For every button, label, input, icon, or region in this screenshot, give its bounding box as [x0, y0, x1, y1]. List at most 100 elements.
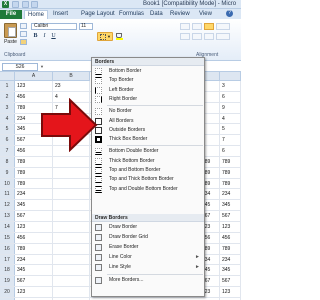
cell-b[interactable] — [53, 276, 90, 287]
cell[interactable]: 789 — [220, 178, 241, 189]
cell-a[interactable]: 789 — [15, 178, 53, 189]
row-header[interactable]: 8 — [0, 156, 15, 167]
merge-center-icon[interactable] — [216, 33, 230, 40]
row-header[interactable]: 6 — [0, 135, 15, 146]
cell-b[interactable] — [53, 189, 90, 200]
cell-b[interactable] — [53, 265, 90, 276]
cell[interactable]: 789 — [220, 156, 241, 167]
column-header-b[interactable]: B — [53, 72, 90, 81]
cell[interactable]: 345 — [220, 200, 241, 211]
cell[interactable]: 123 — [220, 287, 241, 297]
row-header[interactable]: 1 — [0, 81, 15, 91]
tab-view[interactable]: View — [196, 10, 215, 19]
cell[interactable]: 3 — [220, 81, 241, 91]
format-painter-icon[interactable] — [20, 39, 27, 45]
cell[interactable]: 345 — [220, 265, 241, 276]
cell[interactable]: 6 — [220, 91, 241, 102]
cell-b[interactable] — [53, 287, 90, 297]
cell-b[interactable] — [53, 211, 90, 221]
cell-a[interactable]: 234 — [15, 189, 53, 200]
chevron-down-icon[interactable]: ▼ — [40, 64, 44, 69]
menu-item-top-border[interactable]: Top Border — [92, 76, 204, 85]
menu-item-bottom-border[interactable]: Bottom Border — [92, 67, 204, 76]
tab-review[interactable]: Review — [167, 10, 193, 19]
column-header[interactable] — [220, 72, 241, 81]
row-header[interactable]: 19 — [0, 276, 15, 287]
bold-button[interactable]: B — [32, 33, 39, 40]
cell-b[interactable] — [53, 221, 90, 232]
name-box[interactable]: S26 — [2, 63, 38, 71]
tab-page-layout[interactable]: Page Layout — [78, 10, 118, 19]
cell[interactable]: 234 — [220, 254, 241, 265]
cell-a[interactable]: 123 — [15, 287, 53, 297]
cell-b[interactable] — [53, 200, 90, 211]
align-bottom-icon[interactable] — [204, 23, 214, 30]
tab-data[interactable]: Data — [147, 10, 166, 19]
paste-button[interactable]: Paste — [3, 22, 18, 48]
align-right-icon[interactable] — [204, 33, 214, 40]
cell[interactable]: 789 — [220, 243, 241, 254]
borders-dropdown-button[interactable]: ▼ — [97, 32, 113, 41]
tab-formulas[interactable]: Formulas — [116, 10, 147, 19]
row-header[interactable]: 7 — [0, 146, 15, 156]
menu-item-erase-border[interactable]: Erase Border — [92, 243, 204, 252]
undo-icon[interactable] — [21, 1, 29, 8]
menu-item-top-and-double-bottom-border[interactable]: Top and Double Bottom Border — [92, 185, 204, 194]
cell-a[interactable]: 123 — [15, 221, 53, 232]
redo-icon[interactable] — [31, 1, 39, 8]
cell-b[interactable]: 23 — [53, 81, 90, 91]
tab-file[interactable]: File — [0, 10, 22, 19]
menu-item-draw-border[interactable]: Draw Border — [92, 223, 204, 232]
cell[interactable]: 7 — [220, 135, 241, 146]
cell-a[interactable]: 789 — [15, 156, 53, 167]
cell[interactable]: 5 — [220, 124, 241, 135]
row-header[interactable]: 17 — [0, 254, 15, 265]
row-header[interactable]: 3 — [0, 102, 15, 113]
align-center-icon[interactable] — [192, 33, 202, 40]
row-header[interactable]: 13 — [0, 211, 15, 221]
row-header[interactable]: 9 — [0, 167, 15, 178]
italic-button[interactable]: I — [41, 33, 48, 40]
row-header[interactable]: 10 — [0, 178, 15, 189]
cell[interactable]: 456 — [220, 232, 241, 243]
menu-item-right-border[interactable]: Right Border — [92, 95, 204, 104]
cut-icon[interactable] — [20, 23, 27, 29]
menu-item-outside-borders[interactable]: Outside Borders — [92, 126, 204, 135]
menu-item-thick-bottom-border[interactable]: Thick Bottom Border — [92, 157, 204, 166]
column-header-a[interactable]: A — [15, 72, 53, 81]
select-all-corner[interactable] — [0, 72, 15, 81]
cell-b[interactable] — [53, 178, 90, 189]
font-name-dropdown[interactable]: Calibri — [31, 23, 77, 30]
cell-b[interactable] — [53, 232, 90, 243]
row-header[interactable]: 18 — [0, 265, 15, 276]
align-left-icon[interactable] — [180, 33, 190, 40]
cell[interactable]: 789 — [220, 167, 241, 178]
row-header[interactable]: 15 — [0, 232, 15, 243]
cell-a[interactable]: 345 — [15, 265, 53, 276]
menu-item-bottom-double-border[interactable]: Bottom Double Border — [92, 147, 204, 156]
align-top-icon[interactable] — [180, 23, 190, 30]
tab-insert[interactable]: Insert — [50, 10, 71, 19]
menu-item-thick-box-border[interactable]: Thick Box Border — [92, 135, 204, 144]
cell-a[interactable]: 234 — [15, 254, 53, 265]
menu-item-top-and-thick-bottom-border[interactable]: Top and Thick Bottom Border — [92, 175, 204, 184]
row-header[interactable]: 2 — [0, 91, 15, 102]
row-header[interactable]: 12 — [0, 200, 15, 211]
fill-color-button[interactable] — [116, 33, 124, 40]
cell[interactable]: 567 — [220, 211, 241, 221]
cell[interactable]: 6 — [220, 146, 241, 156]
menu-item-line-color[interactable]: Line Color ► — [92, 253, 204, 262]
menu-item-left-border[interactable]: Left Border — [92, 86, 204, 95]
cell-a[interactable]: 567 — [15, 211, 53, 221]
cell-b[interactable] — [53, 167, 90, 178]
row-header[interactable]: 16 — [0, 243, 15, 254]
wrap-text-icon[interactable] — [216, 23, 230, 30]
menu-item-top-and-bottom-border[interactable]: Top and Bottom Border — [92, 166, 204, 175]
row-header[interactable]: 11 — [0, 189, 15, 200]
cell-b[interactable] — [53, 254, 90, 265]
underline-button[interactable]: U — [50, 33, 57, 40]
excel-app-icon[interactable]: X — [2, 1, 9, 8]
copy-icon[interactable] — [20, 31, 27, 37]
cell-a[interactable]: 345 — [15, 200, 53, 211]
cell[interactable]: 9 — [220, 102, 241, 113]
